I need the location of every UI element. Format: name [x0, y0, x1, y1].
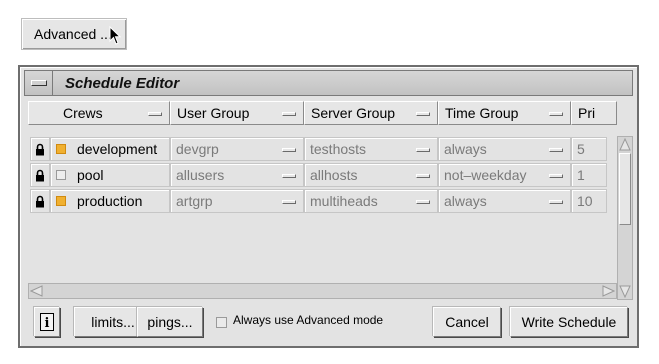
dropdown-icon[interactable] — [282, 174, 296, 178]
column-header-label: Pri — [578, 105, 596, 121]
crew-cell[interactable]: production — [50, 189, 170, 213]
dropdown-icon[interactable] — [416, 174, 430, 178]
row-lock-toggle[interactable] — [30, 137, 50, 161]
lock-icon — [36, 143, 44, 155]
time-group-cell[interactable]: always — [438, 137, 571, 161]
pings-button[interactable]: pings... — [137, 307, 203, 337]
crew-color-swatch — [56, 144, 66, 154]
vertical-scroll-thumb[interactable] — [619, 153, 631, 225]
time-group-cell[interactable]: always — [438, 189, 571, 213]
column-menu-icon[interactable] — [416, 112, 430, 116]
time-group-value: always — [444, 141, 487, 157]
server-group-cell[interactable]: multiheads — [304, 189, 438, 213]
lock-icon — [36, 169, 44, 181]
column-header-crews[interactable]: Crews — [28, 101, 170, 125]
time-group-value: not–weekday — [444, 167, 527, 183]
user-group-cell[interactable]: allusers — [170, 163, 304, 187]
dropdown-icon[interactable] — [416, 148, 430, 152]
server-group-cell[interactable]: testhosts — [304, 137, 438, 161]
dropdown-icon[interactable] — [549, 200, 563, 204]
crew-color-swatch — [56, 170, 66, 180]
svg-text:i: i — [45, 316, 50, 331]
column-menu-icon[interactable] — [148, 112, 162, 116]
write-schedule-button-label: Write Schedule — [521, 314, 617, 330]
row-lock-toggle[interactable] — [30, 189, 50, 213]
dropdown-icon[interactable] — [282, 200, 296, 204]
column-header-label: Crews — [63, 105, 103, 121]
column-menu-icon[interactable] — [282, 112, 296, 116]
vertical-scrollbar[interactable] — [617, 136, 633, 300]
crew-cell[interactable]: development — [50, 137, 170, 161]
advanced-mode-checkbox[interactable] — [216, 317, 227, 328]
limits-button-label: limits... — [91, 314, 135, 330]
lock-icon — [36, 195, 44, 207]
scroll-up-arrow-icon[interactable] — [619, 138, 631, 151]
priority-value: 1 — [577, 167, 585, 183]
server-group-value: allhosts — [310, 167, 358, 183]
user-group-cell[interactable]: devgrp — [170, 137, 304, 161]
cancel-button-label: Cancel — [445, 314, 489, 330]
cancel-button[interactable]: Cancel — [433, 307, 501, 337]
user-group-value: devgrp — [176, 141, 219, 157]
horizontal-scrollbar[interactable] — [28, 283, 617, 299]
priority-cell[interactable]: 5 — [571, 137, 607, 161]
time-group-value: always — [444, 193, 487, 209]
server-group-cell[interactable]: allhosts — [304, 163, 438, 187]
crew-name: development — [77, 141, 158, 157]
column-header-time-group[interactable]: Time Group — [438, 101, 571, 125]
mouse-cursor-icon — [109, 26, 122, 45]
user-group-value: allusers — [176, 167, 225, 183]
title-bar[interactable]: Schedule Editor — [24, 70, 633, 96]
user-group-value: artgrp — [176, 193, 213, 209]
column-header-server-group[interactable]: Server Group — [304, 101, 438, 125]
user-group-cell[interactable]: artgrp — [170, 189, 304, 213]
dropdown-icon[interactable] — [282, 148, 296, 152]
dropdown-icon[interactable] — [549, 174, 563, 178]
info-icon: i — [40, 313, 54, 331]
scroll-right-arrow-icon[interactable] — [602, 285, 615, 297]
priority-cell[interactable]: 10 — [571, 189, 607, 213]
priority-cell[interactable]: 1 — [571, 163, 607, 187]
dropdown-icon[interactable] — [416, 200, 430, 204]
window-title: Schedule Editor — [65, 74, 180, 92]
advanced-button-label: Advanced ... — [34, 26, 112, 42]
server-group-value: multiheads — [310, 193, 378, 209]
window-menu-icon — [30, 80, 47, 86]
column-header-label: Time Group — [445, 105, 519, 121]
crew-cell[interactable]: pool — [50, 163, 170, 187]
write-schedule-button[interactable]: Write Schedule — [510, 307, 628, 337]
server-group-value: testhosts — [310, 141, 367, 157]
column-header-label: Server Group — [311, 105, 396, 121]
crew-color-swatch — [56, 196, 66, 206]
column-header-user-group[interactable]: User Group — [170, 101, 304, 125]
column-header-pri[interactable]: Pri — [571, 101, 617, 125]
crew-name: pool — [77, 167, 104, 183]
pings-button-label: pings... — [147, 314, 193, 330]
dropdown-icon[interactable] — [549, 148, 563, 152]
row-lock-toggle[interactable] — [30, 163, 50, 187]
scroll-down-arrow-icon[interactable] — [619, 285, 631, 298]
info-button[interactable]: i — [34, 307, 60, 337]
time-group-cell[interactable]: not–weekday — [438, 163, 571, 187]
advanced-mode-checkbox-label: Always use Advanced mode — [233, 313, 384, 327]
scroll-left-arrow-icon[interactable] — [30, 285, 43, 297]
schedule-editor-window: Schedule Editor Crews User Group Server … — [18, 65, 639, 348]
window-menu-button[interactable] — [25, 71, 53, 95]
column-menu-icon[interactable] — [549, 112, 563, 116]
priority-value: 5 — [577, 141, 585, 157]
priority-value: 10 — [577, 193, 593, 209]
column-header-label: User Group — [177, 105, 250, 121]
crew-name: production — [77, 193, 143, 209]
